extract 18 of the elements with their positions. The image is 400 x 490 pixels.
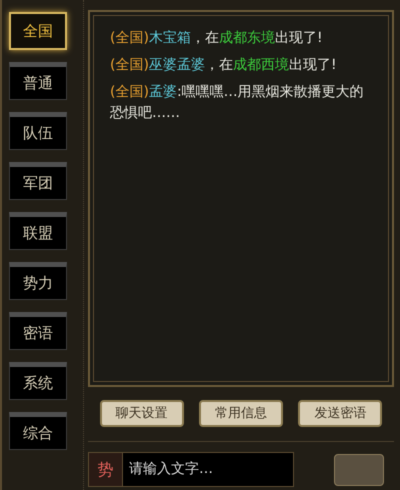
action-button[interactable]: 发送密语 (298, 400, 382, 427)
channel-tab[interactable]: 军团 (9, 162, 67, 200)
send-button[interactable] (334, 454, 384, 486)
channel-tab[interactable]: 势力 (9, 262, 67, 300)
chat-message: (全国)木宝箱，在成都东境出现了! (110, 29, 324, 48)
action-button[interactable]: 常用信息 (198, 400, 283, 427)
message-input[interactable]: 请输入文字… (123, 452, 294, 487)
channel-tab[interactable]: 队伍 (9, 112, 67, 150)
channel-tab[interactable]: 综合 (9, 412, 67, 450)
chat-message: (全国)孟婆:嘿嘿嘿…用黑烟来散播更大的恐惧吧…… (110, 83, 365, 123)
channel-tab[interactable]: 系统 (9, 362, 67, 400)
channel-tab[interactable]: 普通 (9, 62, 67, 100)
chat-message: (全国)巫婆孟婆，在成都西境出现了! (110, 56, 338, 75)
action-button[interactable]: 聊天设置 (100, 400, 184, 427)
channel-label: 势 (88, 452, 123, 487)
channel-tab[interactable]: 密语 (9, 312, 67, 350)
channel-tab[interactable]: 联盟 (9, 212, 67, 250)
channel-tab[interactable]: 全国 (9, 12, 67, 50)
